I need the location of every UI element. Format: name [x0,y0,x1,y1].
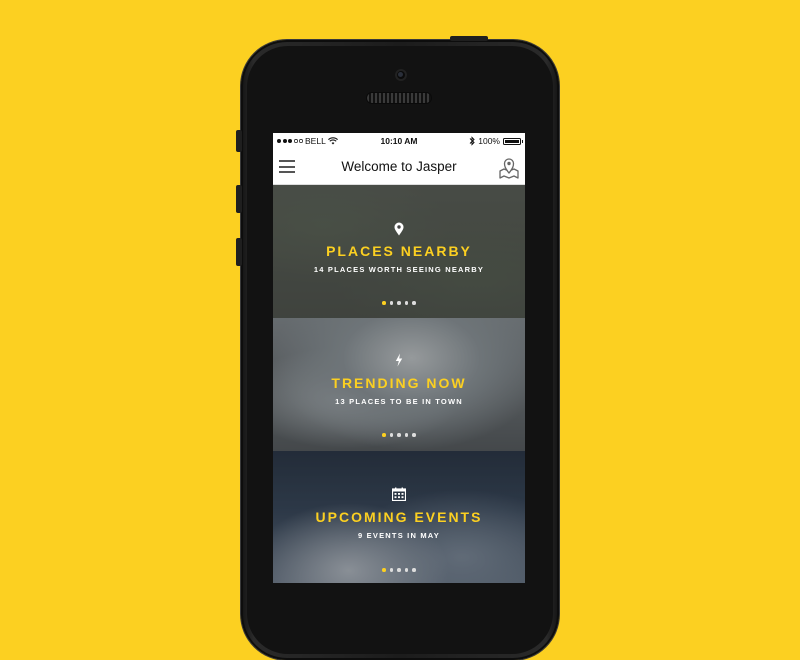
card-subtitle: 13 PLACES TO BE IN TOWN [335,397,463,406]
silent-switch [236,130,242,152]
location-pin-icon [394,222,404,236]
card-subtitle: 14 PLACES WORTH SEEING NEARBY [313,265,485,274]
card-subtitle: 9 EVENTS IN MAY [358,531,440,540]
phone-screen: BELL 10:10 AM 100% Welcome to Jasper PLA… [273,133,525,583]
navigation-bar: Welcome to Jasper [273,149,525,185]
card-places-nearby[interactable]: PLACES NEARBY 14 PLACES WORTH SEEING NEA… [273,185,525,318]
page-indicator [273,433,525,437]
battery-icon [503,137,523,145]
card-title: UPCOMING EVENTS [315,509,483,525]
bluetooth-icon [469,136,475,146]
lightning-bolt-icon [395,353,403,367]
card-upcoming-events[interactable]: UPCOMING EVENTS 9 EVENTS IN MAY [273,451,525,583]
map-pin-icon[interactable] [498,155,520,179]
volume-down-button [236,238,242,266]
front-camera [395,69,407,81]
power-button [450,36,488,41]
status-bar: BELL 10:10 AM 100% [273,133,525,149]
card-title: PLACES NEARBY [326,243,472,259]
volume-up-button [236,185,242,213]
status-bar-right: 100% [469,136,523,146]
card-trending-now[interactable]: TRENDING NOW 13 PLACES TO BE IN TOWN [273,318,525,451]
page-title: Welcome to Jasper [341,159,457,174]
page-indicator [273,568,525,572]
battery-percent: 100% [478,136,500,146]
page-indicator [273,301,525,305]
card-title: TRENDING NOW [331,375,467,391]
earpiece-speaker [367,93,431,103]
calendar-icon [392,487,406,501]
